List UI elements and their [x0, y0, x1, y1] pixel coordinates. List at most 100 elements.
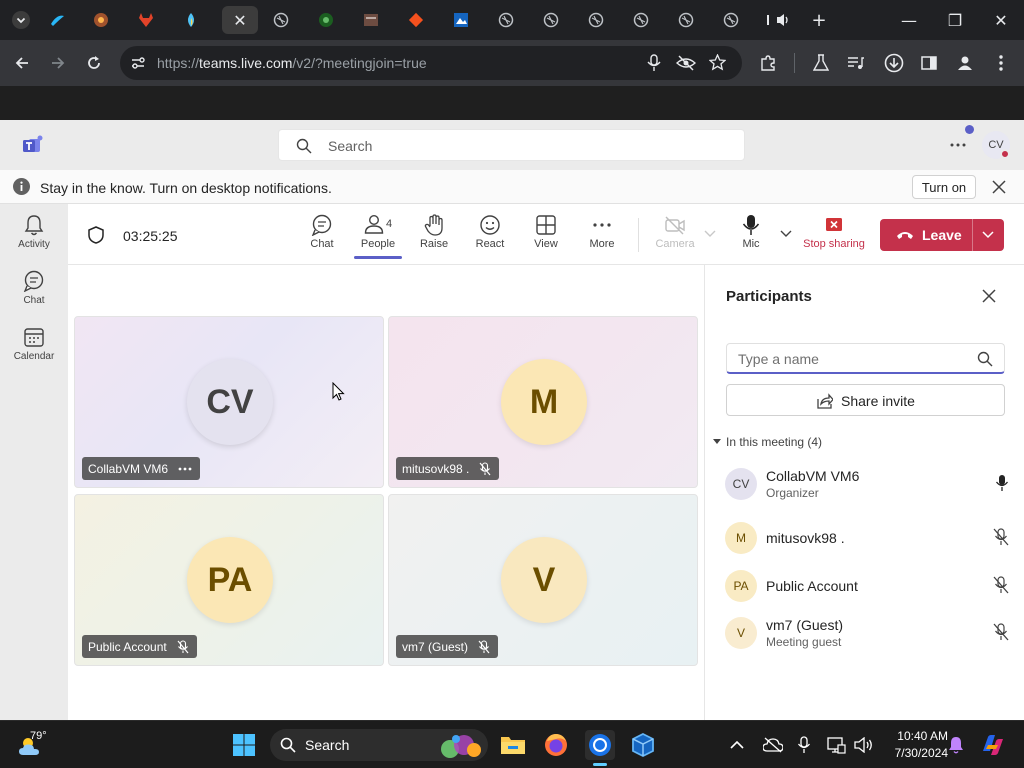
- globe-icon: [633, 12, 649, 28]
- tab-11[interactable]: [491, 6, 521, 34]
- game2-favicon-icon: [364, 14, 378, 26]
- maximize-button[interactable]: ❐: [932, 0, 978, 40]
- person-icon: [958, 56, 972, 70]
- share-invite-button[interactable]: Share invite: [726, 384, 1005, 416]
- tab-12[interactable]: [536, 6, 566, 34]
- taskbar-firefox[interactable]: [541, 730, 571, 760]
- react-button[interactable]: React: [462, 214, 518, 260]
- taskbar-chrome[interactable]: [585, 730, 615, 766]
- participant-row[interactable]: V vm7 (Guest) Meeting guest: [725, 615, 1009, 655]
- tab-6[interactable]: [266, 6, 296, 34]
- tab-2[interactable]: [86, 6, 116, 34]
- participant-tile[interactable]: V vm7 (Guest): [388, 494, 698, 666]
- tab-10[interactable]: [446, 6, 476, 34]
- downloads-button[interactable]: [880, 49, 908, 77]
- close-icon[interactable]: ✕: [233, 11, 246, 30]
- app-rail: Activity Chat Calendar: [0, 204, 68, 720]
- shield-icon[interactable]: [88, 226, 104, 244]
- show-hidden-icons-button[interactable]: [726, 730, 748, 760]
- star-icon[interactable]: [709, 54, 726, 71]
- clock[interactable]: 10:40 AM 7/30/2024: [878, 728, 948, 762]
- side-panel-button[interactable]: [915, 49, 943, 77]
- rail-chat[interactable]: Chat: [0, 270, 68, 320]
- tab-4[interactable]: [176, 6, 206, 34]
- browser-menu-button[interactable]: [987, 49, 1015, 77]
- turn-on-button[interactable]: Turn on: [912, 175, 976, 199]
- start-button[interactable]: [229, 730, 259, 760]
- minimize-button[interactable]: —: [886, 0, 932, 40]
- profile-button[interactable]: [951, 49, 979, 77]
- camera-button[interactable]: Camera: [646, 214, 704, 260]
- tile-initials: V: [532, 560, 556, 599]
- reload-button[interactable]: [80, 49, 108, 77]
- teams-logo-icon[interactable]: [23, 135, 45, 155]
- arrow-left-icon: [15, 57, 28, 69]
- tray-volume[interactable]: [851, 730, 877, 760]
- copilot-button[interactable]: [978, 730, 1008, 760]
- site-settings-icon[interactable]: [130, 55, 146, 71]
- tab-8[interactable]: [356, 6, 386, 34]
- rail-calendar[interactable]: Calendar: [0, 326, 68, 376]
- tab-16[interactable]: [716, 6, 746, 34]
- weather-widget[interactable]: 79°: [16, 730, 64, 760]
- tray-network-drive[interactable]: [760, 730, 786, 760]
- tab-search-button[interactable]: [6, 6, 36, 34]
- participant-row[interactable]: CV CollabVM VM6 Organizer: [725, 466, 1009, 506]
- back-button[interactable]: [8, 49, 36, 77]
- tab-15[interactable]: [671, 6, 701, 34]
- participant-search-input[interactable]: Type a name: [726, 343, 1005, 374]
- mic-button[interactable]: Mic: [723, 214, 779, 260]
- taskbar-search[interactable]: Search: [270, 729, 488, 761]
- tab-7[interactable]: [311, 6, 341, 34]
- dismiss-banner-button[interactable]: [990, 178, 1008, 196]
- close-panel-button[interactable]: [979, 286, 999, 306]
- leave-button[interactable]: Leave: [880, 219, 1004, 251]
- tile-nametag: Public Account: [82, 635, 197, 658]
- chevron-down-icon[interactable]: [780, 230, 792, 238]
- tab-active-close[interactable]: ✕: [222, 6, 258, 34]
- taskbar-virtualbox[interactable]: [628, 730, 658, 760]
- taskbar-file-explorer[interactable]: [498, 730, 528, 760]
- raise-hand-button[interactable]: Raise: [406, 214, 462, 260]
- extensions-button[interactable]: [754, 49, 782, 77]
- media-controls-button[interactable]: [842, 49, 870, 77]
- address-bar[interactable]: https://teams.live.com/v2/?meetingjoin=t…: [120, 46, 742, 80]
- chevron-down-icon[interactable]: [704, 230, 716, 238]
- labs-button[interactable]: [807, 49, 835, 77]
- participant-tile[interactable]: CV CollabVM VM6: [74, 316, 384, 488]
- more-dots-icon[interactable]: [178, 467, 192, 471]
- eye-off-icon[interactable]: [676, 55, 696, 71]
- tab-14[interactable]: [626, 6, 656, 34]
- tray-microphone[interactable]: [791, 730, 817, 760]
- participant-tile[interactable]: PA Public Account: [74, 494, 384, 666]
- chat-label: Chat: [310, 238, 334, 250]
- tab-3[interactable]: [131, 6, 161, 34]
- tab-13[interactable]: [581, 6, 611, 34]
- view-button[interactable]: View: [518, 214, 574, 260]
- mic-off-icon: [993, 528, 1009, 546]
- section-header[interactable]: In this meeting (4): [712, 434, 912, 452]
- leave-divider: [972, 219, 973, 251]
- participant-row[interactable]: M mitusovk98 .: [725, 520, 1009, 560]
- chat-button[interactable]: Chat: [294, 214, 350, 260]
- people-button[interactable]: 4 People: [350, 214, 406, 260]
- participant-tile[interactable]: M mitusovk98 .: [388, 316, 698, 488]
- forward-button[interactable]: [44, 49, 72, 77]
- teams-search-box[interactable]: Search: [278, 129, 745, 161]
- more-actions-button[interactable]: More: [574, 214, 630, 260]
- drop-favicon-icon: [188, 13, 194, 27]
- more-options-button[interactable]: [944, 133, 972, 157]
- close-window-button[interactable]: ✕: [978, 0, 1024, 40]
- tab-1[interactable]: [42, 6, 72, 34]
- stop-sharing-button[interactable]: Stop sharing: [800, 214, 868, 260]
- rail-activity[interactable]: Activity: [0, 214, 68, 264]
- new-tab-button[interactable]: +: [804, 6, 834, 34]
- participant-row[interactable]: PA Public Account: [725, 568, 1009, 608]
- chrome-icon: [589, 734, 611, 756]
- tab-9[interactable]: [401, 6, 431, 34]
- tray-network[interactable]: [823, 730, 849, 760]
- tab-audio-playing[interactable]: [761, 6, 795, 34]
- notifications-button[interactable]: [944, 730, 968, 760]
- microphone-icon[interactable]: [646, 54, 662, 72]
- chevron-down-icon[interactable]: [982, 231, 994, 239]
